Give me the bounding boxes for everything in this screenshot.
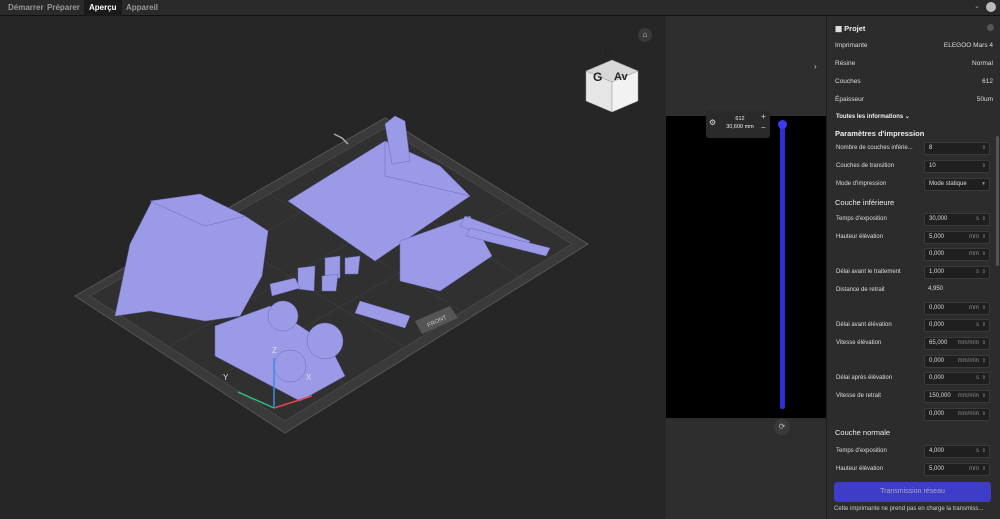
layer-slider-handle[interactable]	[778, 120, 787, 129]
info-row: Imprimante ELEGOO Mars 4	[835, 42, 993, 49]
settings-panel: ▦ Projet Imprimante ELEGOO Mars 4 Résine N…	[826, 16, 1000, 519]
param-input[interactable]: 65,000 mm/min ⇕	[924, 336, 990, 350]
info-row: Épaisseur 50um	[835, 96, 993, 103]
top-tab-bar: Démarrer Préparer Aperçu Appareil ⌄	[0, 0, 1000, 16]
chevron-down-icon[interactable]: ⌄	[974, 2, 980, 10]
param-input[interactable]: 5,000 mm ⇕	[924, 462, 990, 476]
param-input[interactable]: 0,000 mm ⇕	[924, 248, 990, 262]
param-label: Hauteur élévation	[836, 233, 884, 240]
tab-appareil[interactable]: Appareil	[121, 0, 163, 16]
param-label: Vitesse élévation	[836, 339, 882, 346]
param-label: Couches de transition	[836, 163, 895, 169]
printer-notice: Cette imprimante ne prend pas en charge …	[834, 506, 984, 512]
network-transmission-button[interactable]: Transmission réseau	[834, 482, 991, 502]
param-input[interactable]: 0,000 mm ⇕	[924, 301, 990, 315]
print-mode-select[interactable]: Mode statique ▼	[924, 178, 990, 191]
param-input[interactable]: 150,000 mm/min ⇕	[924, 390, 990, 403]
info-row: Résine Normal	[835, 60, 993, 67]
param-label: Distance de retrait	[836, 286, 885, 293]
layer-plus-button[interactable]: +	[761, 112, 766, 121]
tab-preparer[interactable]: Préparer	[42, 0, 85, 16]
tab-apercu[interactable]: Aperçu	[84, 0, 122, 16]
view-cube[interactable]	[585, 59, 639, 113]
params-heading: Paramètres d'impression	[835, 129, 925, 138]
param-input[interactable]: 5,000 mm ⇕	[924, 230, 990, 244]
layer-minus-button[interactable]: −	[761, 123, 766, 132]
avatar[interactable]	[986, 2, 996, 12]
layer-number: 612	[735, 116, 745, 122]
layer-preview-pane: › ⚙ 612 30,600 mm + − ⟳	[666, 16, 826, 519]
param-label: Nombre de couches inférie...	[836, 145, 913, 151]
grid-icon: ▦	[835, 24, 845, 33]
build-plate-scene	[74, 59, 639, 434]
sync-icon[interactable]: ⟳	[774, 419, 790, 435]
normal-layer-heading: Couche normale	[835, 428, 891, 437]
param-input[interactable]: 0,000 mm/min ⇕	[924, 354, 990, 368]
param-input[interactable]: 1,000 s ⇕	[924, 266, 990, 280]
param-input[interactable]: 0,000 s ⇕	[924, 372, 990, 386]
param-label: Temps d'exposition	[836, 448, 887, 454]
bottom-layers-input[interactable]: 8 ⇕	[924, 142, 990, 155]
param-label: Mode d'impression	[836, 181, 887, 187]
bottom-layer-heading: Couche inférieure	[835, 198, 895, 207]
param-label: Délai avant élévation	[836, 322, 892, 329]
viewcube-top-label: H	[604, 47, 612, 58]
3d-viewport[interactable]: FRONT X Y Z H G Av ⌂	[0, 16, 666, 519]
layer-height: 30,600 mm	[726, 124, 754, 130]
transition-layers-input[interactable]: 10 ⇕	[924, 160, 990, 173]
param-label: Hauteur élévation	[836, 465, 884, 472]
all-info-link[interactable]: Toutes les informations ⌄	[836, 113, 910, 120]
param-input[interactable]: 4,950	[924, 284, 990, 297]
param-input[interactable]: 0,000 s ⇕	[924, 319, 990, 333]
layer-slider-track[interactable]	[780, 122, 785, 409]
param-label: Délai avant le traitement	[836, 269, 901, 276]
param-label: Délai après élévation	[836, 375, 893, 382]
param-input[interactable]: 4,000 s ⇕	[924, 445, 990, 458]
collapse-icon[interactable]	[987, 24, 994, 31]
z-axis-label: Z	[272, 346, 277, 355]
gear-icon[interactable]: ⚙	[709, 118, 716, 127]
param-label: Temps d'exposition	[836, 216, 887, 222]
layer-info-box: ⚙ 612 30,600 mm + −	[706, 110, 770, 138]
param-input[interactable]: 30,000 s ⇕	[924, 213, 990, 226]
param-input[interactable]: 0,000 mm/min ⇕	[924, 407, 990, 421]
param-label: Vitesse de retrait	[836, 393, 881, 399]
layer-image	[666, 116, 826, 418]
home-icon[interactable]: ⌂	[638, 28, 652, 42]
info-row: Couches 612	[835, 78, 993, 85]
viewcube-left-label: G	[593, 70, 603, 84]
y-axis-label: Y	[223, 373, 229, 382]
x-axis-label: X	[306, 373, 312, 382]
project-heading: ▦ Projet	[835, 24, 866, 33]
panel-scrollbar[interactable]	[996, 136, 999, 266]
chevron-right-icon[interactable]: ›	[814, 62, 817, 71]
viewcube-right-label: Av	[614, 71, 628, 83]
